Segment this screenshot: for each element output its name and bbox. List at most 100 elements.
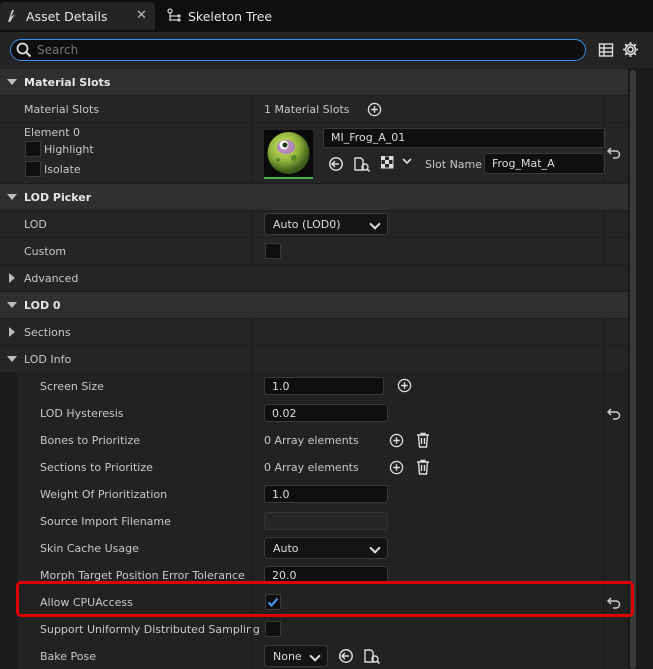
slot-name-label: Slot Name [425, 158, 483, 171]
column-divider [251, 508, 252, 534]
column-divider [603, 373, 604, 399]
column-divider [251, 454, 252, 480]
advanced-row[interactable]: Advanced [0, 264, 628, 291]
category-lod-picker[interactable]: LOD Picker [0, 183, 628, 210]
add-element-icon[interactable] [367, 102, 382, 120]
indent-gutter [0, 562, 17, 588]
category-label: LOD 0 [24, 299, 61, 312]
table-view-icon[interactable] [598, 42, 614, 61]
add-platform-override-icon[interactable] [397, 378, 412, 396]
trash-icon[interactable] [416, 459, 430, 478]
chevron-down-icon[interactable] [402, 156, 412, 169]
skin-cache-usage-value: Auto [273, 542, 299, 555]
bake-pose-value: None [273, 650, 302, 663]
column-divider [251, 643, 252, 669]
expand-arrow-icon[interactable] [9, 327, 15, 337]
vertical-scrollbar[interactable] [630, 70, 636, 669]
column-divider [603, 508, 604, 534]
source-import-filename-label: Source Import Filename [40, 515, 171, 528]
isolate-label: Isolate [44, 163, 81, 176]
add-element-icon[interactable] [389, 460, 404, 478]
collapse-arrow-icon[interactable] [7, 79, 17, 85]
collapse-arrow-icon[interactable] [7, 356, 17, 362]
skin-cache-usage-row: Skin Cache Usage Auto [0, 534, 628, 561]
column-divider [251, 400, 252, 426]
add-element-icon[interactable] [389, 433, 404, 451]
lod-hysteresis-row: LOD Hysteresis 0.02 [0, 399, 628, 426]
chevron-down-icon [369, 542, 381, 554]
highlight-label: Highlight [44, 143, 94, 156]
reset-to-default-icon[interactable] [606, 147, 621, 162]
skin-cache-usage-dropdown[interactable]: Auto [264, 537, 388, 559]
bones-array-count: 0 Array elements [264, 434, 359, 447]
material-options-icon[interactable] [380, 155, 395, 173]
sections-to-prioritize-row: Sections to Prioritize 0 Array elements [0, 453, 628, 480]
weight-of-prioritization-label: Weight Of Prioritization [40, 488, 168, 501]
column-divider [251, 427, 252, 453]
search-input[interactable] [37, 40, 557, 60]
lod-hysteresis-field[interactable]: 0.02 [264, 404, 388, 422]
sections-row[interactable]: Sections [0, 318, 628, 345]
weight-of-prioritization-field[interactable]: 1.0 [264, 485, 388, 503]
indent-gutter [0, 454, 17, 480]
trash-icon[interactable] [416, 432, 430, 451]
bones-to-prioritize-label: Bones to Prioritize [40, 434, 141, 447]
search-box[interactable] [10, 39, 586, 61]
indent-gutter [0, 481, 17, 507]
settings-gear-icon[interactable] [622, 41, 639, 61]
column-divider [603, 319, 604, 345]
indent-gutter [0, 373, 17, 399]
material-slots-count: 1 Material Slots [264, 103, 350, 116]
collapse-arrow-icon[interactable] [7, 302, 17, 308]
close-icon[interactable]: ✕ [136, 8, 147, 23]
tab-skeleton-tree-label: Skeleton Tree [188, 8, 273, 24]
highlight-checkbox[interactable] [25, 141, 41, 157]
category-material-slots[interactable]: Material Slots [0, 68, 628, 95]
skin-cache-usage-label: Skin Cache Usage [40, 542, 139, 555]
material-slots-label: Material Slots [24, 103, 99, 116]
collapse-arrow-icon[interactable] [7, 194, 17, 200]
lod-dropdown[interactable]: Auto (LOD0) [264, 213, 388, 235]
indent-gutter [0, 616, 17, 642]
source-import-filename-field [264, 512, 388, 530]
column-divider [251, 535, 252, 561]
column-divider [603, 427, 604, 453]
slot-name-field[interactable]: Frog_Mat_A [484, 153, 605, 174]
indent-gutter [0, 589, 17, 615]
use-selected-asset-icon[interactable] [338, 648, 354, 667]
browse-asset-icon[interactable] [363, 648, 381, 667]
bake-pose-dropdown[interactable]: None [264, 645, 328, 667]
reset-to-default-icon[interactable] [606, 408, 621, 423]
tab-asset-details[interactable]: Asset Details ✕ [0, 2, 155, 30]
lod-info-row[interactable]: LOD Info [0, 345, 628, 372]
screen-size-field[interactable]: 1.0 [264, 377, 384, 395]
expand-arrow-icon[interactable] [9, 273, 15, 283]
indent-gutter [0, 643, 17, 669]
uniform-sampling-checkbox[interactable] [265, 621, 281, 637]
material-thumbnail[interactable] [264, 130, 313, 179]
column-divider [251, 211, 252, 237]
column-divider [603, 400, 604, 426]
highlight-annotation-box [16, 581, 634, 617]
lod-label: LOD [24, 218, 47, 231]
column-divider [603, 535, 604, 561]
tab-skeleton-tree[interactable]: Skeleton Tree [162, 2, 282, 30]
isolate-checkbox[interactable] [25, 161, 41, 177]
category-lod0[interactable]: LOD 0 [0, 291, 628, 318]
custom-row: Custom [0, 237, 628, 264]
column-divider [251, 373, 252, 399]
chevron-down-icon [369, 218, 381, 230]
column-divider [603, 616, 604, 642]
uniform-sampling-label: Support Uniformly Distributed Sampling [40, 623, 260, 636]
details-panel: Material Slots Material Slots 1 Material… [0, 68, 628, 669]
browse-asset-icon[interactable] [353, 156, 371, 175]
material-name-field[interactable]: MI_Frog_A_01 [323, 128, 605, 148]
column-divider [251, 346, 252, 372]
lod-hysteresis-label: LOD Hysteresis [40, 407, 124, 420]
indent-gutter [0, 535, 17, 561]
sections-to-prioritize-label: Sections to Prioritize [40, 461, 153, 474]
custom-checkbox[interactable] [265, 243, 281, 259]
use-selected-asset-icon[interactable] [328, 156, 344, 175]
column-divider [251, 238, 252, 264]
column-divider [603, 454, 604, 480]
